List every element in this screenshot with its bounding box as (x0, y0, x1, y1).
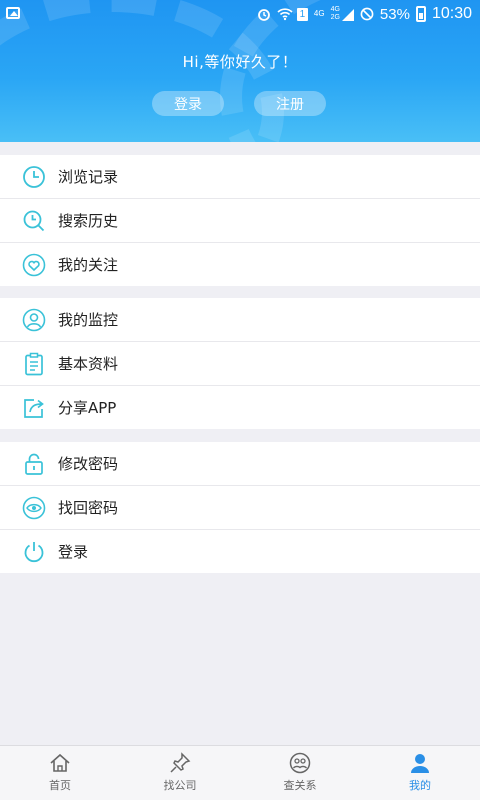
profile-header: 1 4G 4G 2G 53% 10:30 Hi,等你好久了！ 登录 注册 (0, 0, 480, 142)
clock-time: 10:30 (431, 5, 472, 22)
pin-icon (169, 752, 191, 774)
tab-find-company[interactable]: 找公司 (120, 746, 240, 800)
sim-badge: 1 (296, 7, 308, 21)
do-not-disturb-icon (360, 7, 374, 21)
login-button[interactable]: 登录 (152, 91, 224, 116)
tab-label: 我的 (409, 779, 431, 792)
relations-icon (289, 752, 311, 774)
battery-percent: 53% (379, 5, 410, 23)
menu-item-label: 基本资料 (58, 355, 119, 373)
network-label-2: 4G (330, 6, 340, 13)
menu-item-label: 我的监控 (58, 311, 119, 329)
tab-home[interactable]: 首页 (0, 746, 120, 800)
menu-item-search-history[interactable]: 搜索历史 (0, 199, 480, 243)
status-bar: 1 4G 4G 2G 53% 10:30 (0, 0, 480, 28)
menu-item-basic-info[interactable]: 基本资料 (0, 342, 480, 386)
menu-item-label: 修改密码 (58, 455, 119, 473)
heart-icon (22, 253, 46, 277)
tab-relations[interactable]: 查关系 (240, 746, 360, 800)
menu-item-browse-history[interactable]: 浏览记录 (0, 155, 480, 199)
menu-item-login[interactable]: 登录 (0, 530, 480, 573)
menu-item-my-monitoring[interactable]: 我的监控 (0, 298, 480, 342)
menu-item-label: 分享APP (58, 399, 117, 417)
menu-item-my-follows[interactable]: 我的关注 (0, 243, 480, 286)
power-icon (22, 540, 46, 564)
greeting-text: Hi,等你好久了！ (182, 53, 298, 71)
tab-label: 首页 (49, 779, 71, 792)
menu-item-label: 搜索历史 (58, 212, 119, 230)
home-icon (49, 752, 71, 774)
signal-icon: 4G 2G (331, 6, 354, 22)
network-label: 4G (313, 9, 325, 18)
gallery-icon (6, 7, 20, 19)
wifi-icon (277, 7, 293, 21)
tab-label: 查关系 (283, 779, 317, 792)
bottom-nav: 首页 找公司 查关系 我的 (0, 745, 480, 800)
menu-item-share-app[interactable]: 分享APP (0, 386, 480, 429)
tab-label: 找公司 (163, 779, 197, 792)
register-button[interactable]: 注册 (254, 91, 326, 116)
alarm-icon (257, 7, 271, 21)
menu-item-change-password[interactable]: 修改密码 (0, 442, 480, 486)
menu-item-label: 登录 (58, 543, 89, 561)
clipboard-icon (22, 352, 46, 376)
menu-section-account: 修改密码 找回密码 登录 (0, 442, 480, 573)
battery-icon (415, 6, 426, 22)
network-label-3: 2G (330, 14, 340, 21)
menu-section-profile: 我的监控 基本资料 分享APP (0, 298, 480, 429)
user-icon (22, 308, 46, 332)
menu-item-label: 我的关注 (58, 256, 119, 274)
tab-mine[interactable]: 我的 (360, 746, 480, 800)
eye-icon (22, 496, 46, 520)
menu-item-recover-password[interactable]: 找回密码 (0, 486, 480, 530)
search-history-icon (22, 209, 46, 233)
lock-icon (22, 452, 46, 476)
menu-section-history: 浏览记录 搜索历史 我的关注 (0, 155, 480, 286)
clock-icon (22, 165, 46, 189)
share-icon (22, 396, 46, 420)
profile-icon (409, 752, 431, 774)
menu-item-label: 找回密码 (58, 499, 119, 517)
menu-item-label: 浏览记录 (58, 168, 119, 186)
